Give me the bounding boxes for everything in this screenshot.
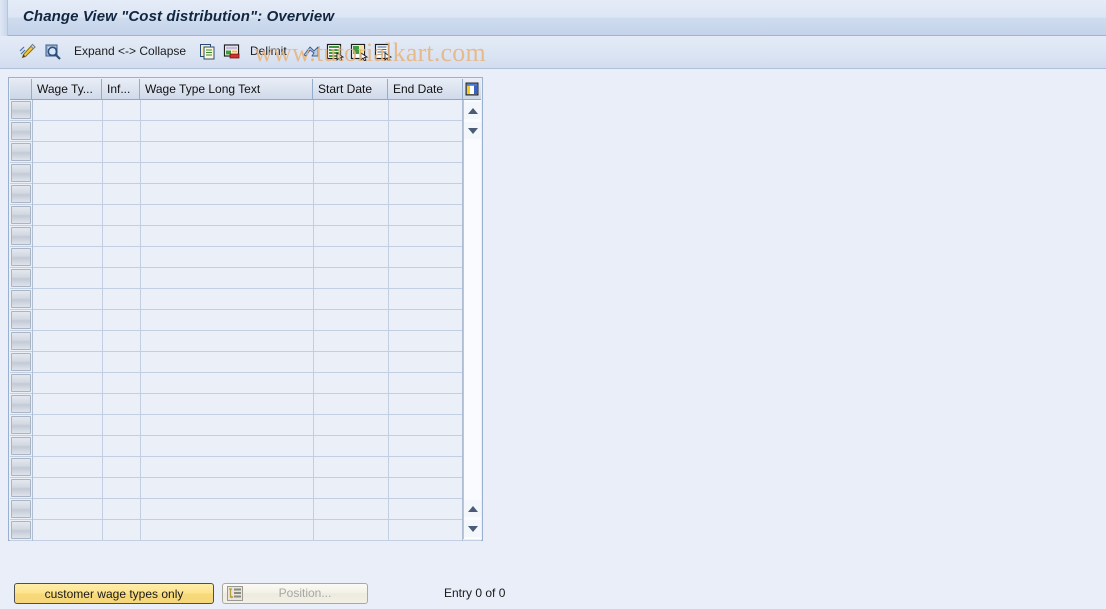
triangle-down-icon — [467, 525, 478, 532]
table-row[interactable] — [10, 184, 481, 205]
delete-row-icon[interactable] — [222, 40, 242, 64]
row-selector[interactable] — [11, 395, 31, 413]
row-selector[interactable] — [11, 458, 31, 476]
row-selector[interactable] — [11, 101, 31, 119]
table-row[interactable] — [10, 499, 481, 520]
undo-icon[interactable] — [300, 40, 322, 64]
triangle-up-icon — [467, 505, 478, 512]
copy-icon[interactable] — [198, 40, 218, 64]
triangle-up-icon — [467, 107, 478, 114]
table-row[interactable] — [10, 310, 481, 331]
variant-icon[interactable] — [372, 40, 394, 64]
column-header-start-date[interactable]: Start Date — [313, 79, 388, 99]
column-header-infotype[interactable]: Inf... — [102, 79, 140, 99]
table-row[interactable] — [10, 205, 481, 226]
display-details-icon[interactable] — [42, 40, 64, 64]
scroll-page-up-button[interactable] — [464, 500, 481, 517]
select-all-icon[interactable] — [324, 40, 346, 64]
column-header-end-date[interactable]: End Date — [388, 79, 463, 99]
page-title: Change View "Cost distribution": Overvie… — [23, 8, 335, 25]
position-button[interactable]: Position... — [222, 583, 368, 604]
table-row[interactable] — [10, 289, 481, 310]
table-row[interactable] — [10, 520, 481, 541]
row-selector[interactable] — [11, 500, 31, 518]
row-selector[interactable] — [11, 311, 31, 329]
title-bar: Change View "Cost distribution": Overvie… — [0, 0, 1106, 36]
table-row[interactable] — [10, 226, 481, 247]
row-selector[interactable] — [11, 521, 31, 539]
table-row[interactable] — [10, 457, 481, 478]
row-selector[interactable] — [11, 122, 31, 140]
expand-collapse-button[interactable]: Expand <-> Collapse — [74, 44, 186, 58]
table-row[interactable] — [10, 352, 481, 373]
table-row[interactable] — [10, 373, 481, 394]
scroll-page-down-button[interactable] — [464, 520, 481, 537]
row-selector[interactable] — [11, 332, 31, 350]
row-selector[interactable] — [11, 164, 31, 182]
table-row[interactable] — [10, 268, 481, 289]
table-row[interactable] — [10, 163, 481, 184]
row-selector[interactable] — [11, 374, 31, 392]
title-bar-left-edge — [0, 0, 8, 36]
row-selector[interactable] — [11, 185, 31, 203]
table-body — [10, 100, 481, 541]
row-selector[interactable] — [11, 416, 31, 434]
table-row[interactable] — [10, 394, 481, 415]
deselect-all-icon[interactable] — [348, 40, 370, 64]
delimit-button[interactable]: Delimit — [250, 44, 287, 58]
row-selector[interactable] — [11, 206, 31, 224]
row-selector[interactable] — [11, 248, 31, 266]
data-grid: Wage Ty... Inf... Wage Type Long Text St… — [8, 77, 483, 541]
column-settings-icon[interactable] — [463, 79, 481, 99]
row-selector[interactable] — [11, 227, 31, 245]
row-selector[interactable] — [11, 353, 31, 371]
position-button-label: Position... — [278, 586, 332, 600]
sap-window: Change View "Cost distribution": Overvie… — [0, 0, 1106, 609]
row-selector[interactable] — [11, 437, 31, 455]
edit-pencil-icon[interactable] — [17, 40, 39, 64]
table-row[interactable] — [10, 436, 481, 457]
column-header-wage-type[interactable]: Wage Ty... — [32, 79, 102, 99]
table-row[interactable] — [10, 247, 481, 268]
entry-status-text: Entry 0 of 0 — [444, 586, 506, 600]
scroll-down-button[interactable] — [464, 122, 481, 139]
row-selector[interactable] — [11, 269, 31, 287]
row-selector[interactable] — [11, 479, 31, 497]
table-row[interactable] — [10, 415, 481, 436]
row-selector[interactable] — [11, 290, 31, 308]
column-header-wage-type-long-text[interactable]: Wage Type Long Text — [140, 79, 313, 99]
toolbar: Expand <-> Collapse Delimit — [0, 36, 1106, 69]
table-row[interactable] — [10, 100, 481, 121]
customer-wage-types-only-button[interactable]: customer wage types only — [14, 583, 214, 604]
table-header-row: Wage Ty... Inf... Wage Type Long Text St… — [10, 79, 481, 100]
table-select-all-corner[interactable] — [10, 79, 32, 99]
scroll-up-button[interactable] — [464, 102, 481, 119]
table-row[interactable] — [10, 331, 481, 352]
table-row[interactable] — [10, 478, 481, 499]
vertical-scrollbar[interactable] — [463, 100, 481, 539]
table-row[interactable] — [10, 142, 481, 163]
table-row[interactable] — [10, 121, 481, 142]
triangle-down-icon — [467, 127, 478, 134]
row-selector[interactable] — [11, 143, 31, 161]
